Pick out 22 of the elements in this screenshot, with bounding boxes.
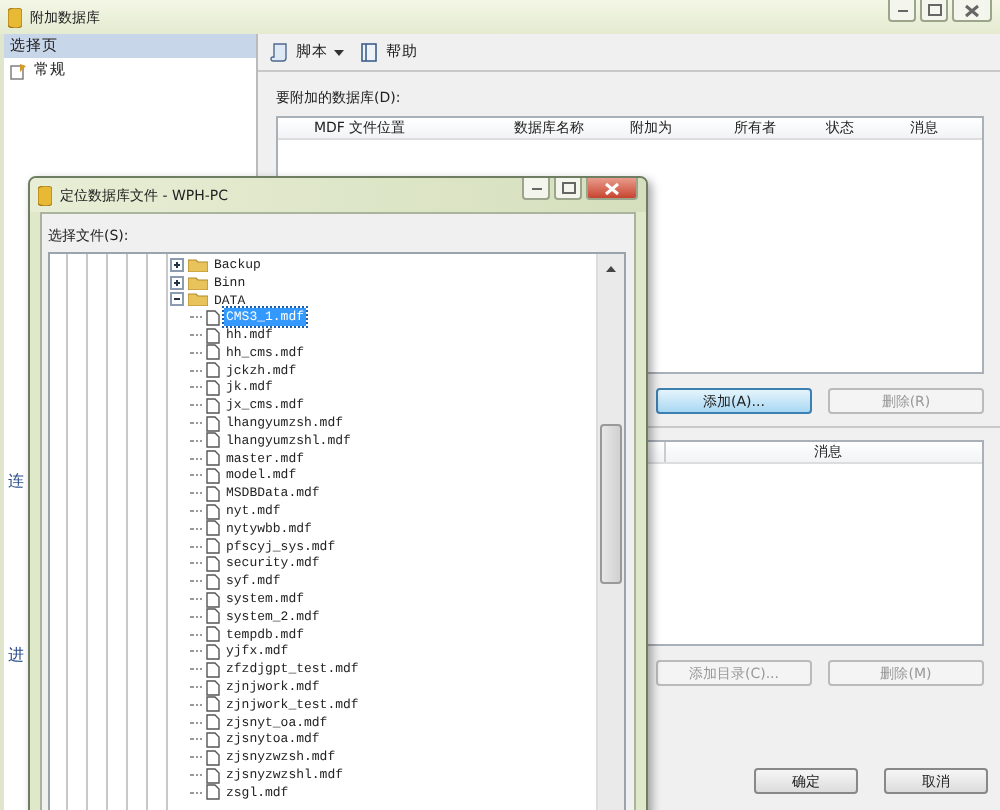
collapse-icon[interactable] [170, 292, 184, 307]
scrollbar[interactable] [596, 254, 624, 810]
script-icon [270, 42, 290, 62]
minimize-button[interactable] [888, 0, 916, 22]
close-icon [964, 3, 980, 17]
page-icon [10, 61, 28, 79]
expand-icon[interactable] [170, 257, 184, 272]
maximize-button[interactable] [920, 0, 948, 22]
scroll-up-icon[interactable] [606, 266, 616, 272]
maximize-button[interactable] [554, 178, 582, 200]
help-icon [360, 42, 380, 62]
scrollbar-thumb[interactable] [600, 424, 622, 584]
minimize-button[interactable] [522, 178, 550, 200]
close-icon [604, 181, 620, 195]
expand-icon[interactable] [170, 275, 184, 290]
close-button[interactable] [586, 178, 638, 200]
database-icon [38, 185, 52, 205]
close-button[interactable] [952, 0, 992, 22]
section-heading: 连 [8, 470, 24, 492]
database-icon [8, 7, 22, 27]
section-heading: 进 [8, 644, 24, 666]
dropdown-icon [334, 49, 344, 55]
